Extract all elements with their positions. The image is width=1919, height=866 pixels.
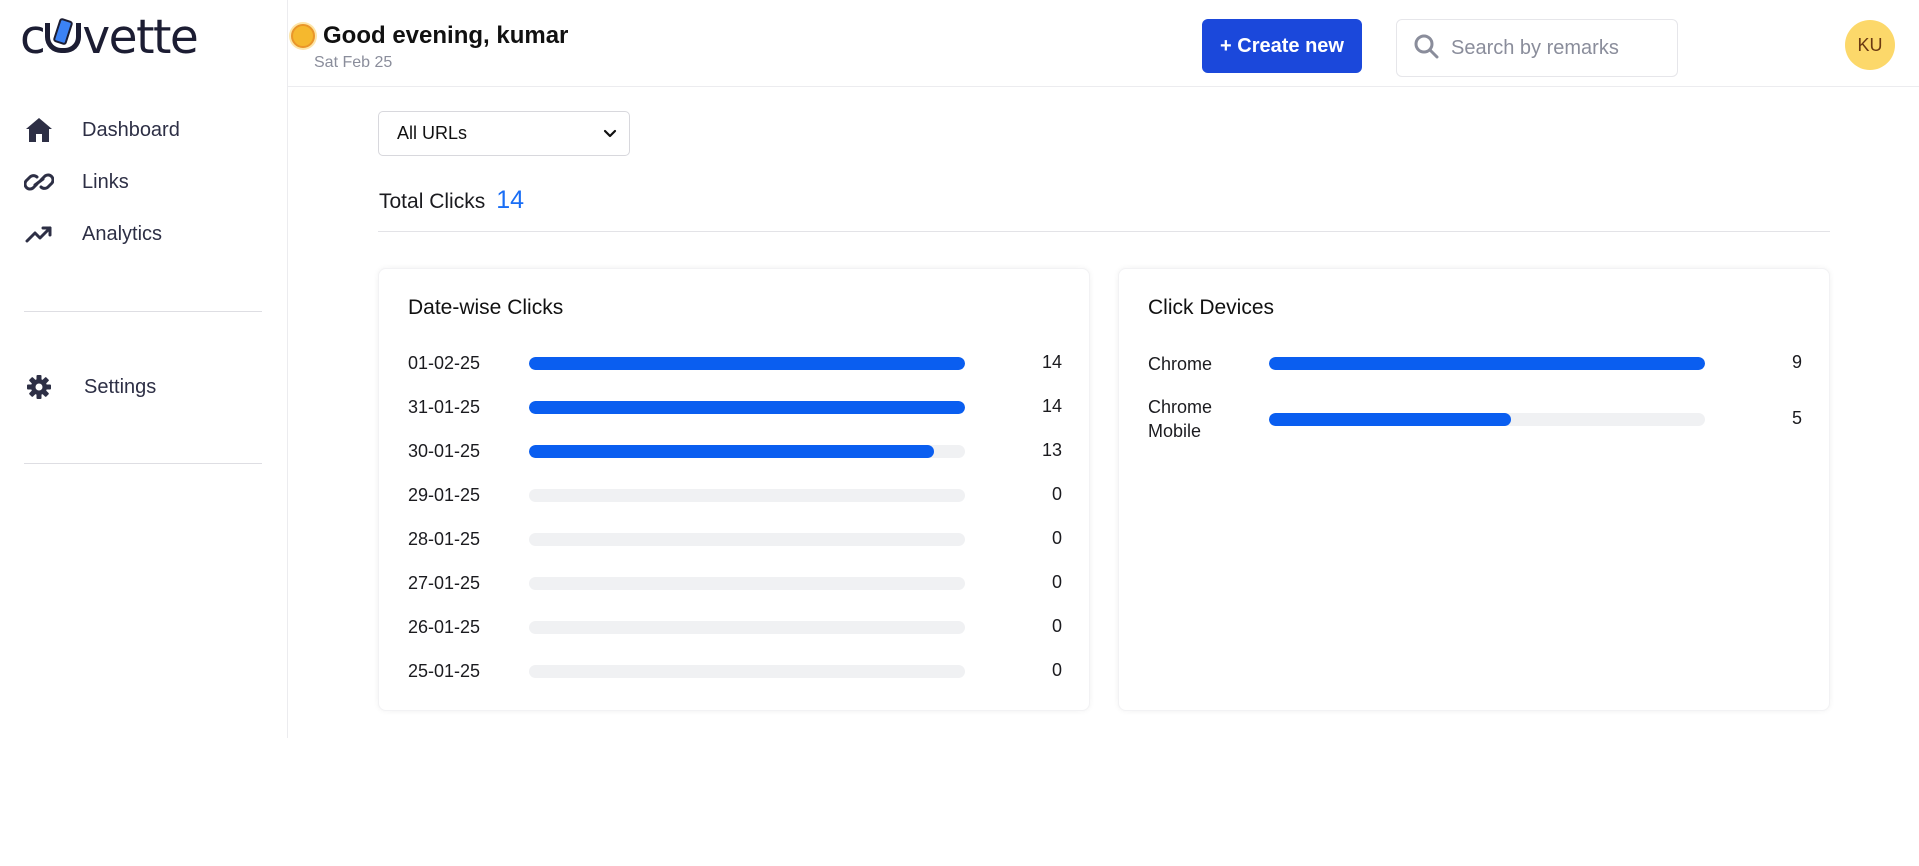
bar-track: [529, 665, 965, 678]
url-filter-value: All URLs: [397, 123, 468, 143]
bar-fill: [1269, 413, 1512, 426]
date-wise-clicks-card: Date-wise Clicks 01-02-25 14 31-01-25 14 30-…: [378, 268, 1090, 711]
sidebar-settings-group: Settings: [0, 361, 288, 413]
bar-track: [529, 533, 965, 546]
top-header: Good evening, kumar Sat Feb 25 + Create …: [288, 0, 1919, 87]
total-clicks: Total Clicks 14: [379, 186, 524, 215]
bar-label: 29-01-25: [408, 485, 481, 505]
sidebar-item-links[interactable]: Links: [0, 156, 288, 208]
bar-value: 0: [1051, 484, 1062, 504]
bar-row: 25-01-25: [408, 660, 518, 682]
bar-value: 9: [1791, 352, 1802, 372]
bar-label: 01-02-25: [408, 353, 481, 373]
bar-row: 31-01-25: [408, 396, 518, 418]
total-clicks-label: Total Clicks: [379, 190, 486, 213]
home-icon: [24, 115, 54, 145]
logo-text-right: vette: [82, 10, 199, 65]
sidebar-nav: Dashboard Links Analytics: [0, 104, 288, 260]
bar-value: 0: [1051, 572, 1062, 592]
gear-icon: [24, 372, 54, 402]
sidebar-divider: [24, 463, 262, 464]
card-title: Click Devices: [1148, 296, 1275, 319]
link-icon: [24, 167, 54, 197]
click-devices-card: Click Devices Chrome 9 Chrome Mobile 5: [1118, 268, 1830, 711]
bar-label: 31-01-25: [408, 397, 481, 417]
bar-value: 0: [1051, 616, 1062, 636]
search-input[interactable]: [1451, 36, 1661, 60]
cuvette-logo[interactable]: c vette: [20, 10, 199, 65]
bar-track: [529, 621, 965, 634]
bar-value: 14: [1041, 396, 1062, 416]
bar-value: 14: [1041, 352, 1062, 372]
bar-row: 27-01-25: [408, 572, 518, 594]
bar-row: Chrome Mobile: [1148, 395, 1228, 443]
bar-label: Chrome Mobile: [1148, 397, 1213, 441]
greeting-text: Good evening, kumar: [323, 22, 569, 49]
greeting: Good evening, kumar: [288, 22, 568, 50]
bar-row: Chrome: [1148, 352, 1228, 376]
bar-row: 28-01-25: [408, 528, 518, 550]
logo-text-left: c: [20, 10, 46, 65]
bar-row: 26-01-25: [408, 616, 518, 638]
bar-row: 29-01-25: [408, 484, 518, 506]
bar-track: [529, 401, 965, 414]
bar-label: Chrome: [1148, 354, 1213, 374]
bar-track: [529, 489, 965, 502]
bar-row: 01-02-25: [408, 352, 518, 374]
bar-track: [1269, 357, 1705, 370]
bar-fill: [1269, 357, 1705, 370]
create-new-button[interactable]: + Create new: [1202, 19, 1362, 73]
bar-track: [529, 357, 965, 370]
url-filter-select[interactable]: All URLs: [378, 111, 630, 156]
bar-value: 5: [1791, 408, 1802, 428]
bar-label: 28-01-25: [408, 529, 481, 549]
sun-icon: [291, 24, 315, 48]
bar-track: [1269, 413, 1705, 426]
sidebar-item-analytics[interactable]: Analytics: [0, 208, 288, 260]
search-icon: [1413, 33, 1439, 64]
bar-fill: [529, 401, 965, 414]
sidebar-item-label: Links: [82, 170, 129, 193]
sidebar-item-label: Settings: [84, 375, 157, 398]
avatar[interactable]: KU: [1845, 20, 1895, 70]
bar-label: 25-01-25: [408, 661, 481, 681]
bar-label: 30-01-25: [408, 441, 481, 461]
search-box[interactable]: [1396, 19, 1678, 77]
trending-up-icon: [24, 219, 54, 249]
sidebar-item-settings[interactable]: Settings: [0, 361, 288, 413]
bar-track: [529, 577, 965, 590]
section-divider: [378, 231, 1830, 232]
current-date: Sat Feb 25: [314, 54, 393, 71]
sidebar-divider: [24, 311, 262, 312]
bar-label: 27-01-25: [408, 573, 481, 593]
bar-value: 13: [1041, 440, 1062, 460]
logo-phone-glyph: [45, 17, 82, 53]
bar-fill: [529, 357, 965, 370]
card-title: Date-wise Clicks: [408, 296, 564, 319]
sidebar-item-dashboard[interactable]: Dashboard: [0, 104, 288, 156]
sidebar-item-label: Analytics: [82, 222, 163, 245]
sidebar-item-label: Dashboard: [82, 118, 180, 141]
bar-row: 30-01-25: [408, 440, 518, 462]
sidebar: c vette Dashboard Links Analytics Settin…: [0, 0, 288, 738]
bar-value: 0: [1051, 660, 1062, 680]
bar-value: 0: [1051, 528, 1062, 548]
chevron-down-icon: [603, 123, 617, 144]
bar-track: [529, 445, 965, 458]
total-clicks-value: 14: [496, 186, 525, 214]
bar-fill: [529, 445, 934, 458]
bar-label: 26-01-25: [408, 617, 481, 637]
